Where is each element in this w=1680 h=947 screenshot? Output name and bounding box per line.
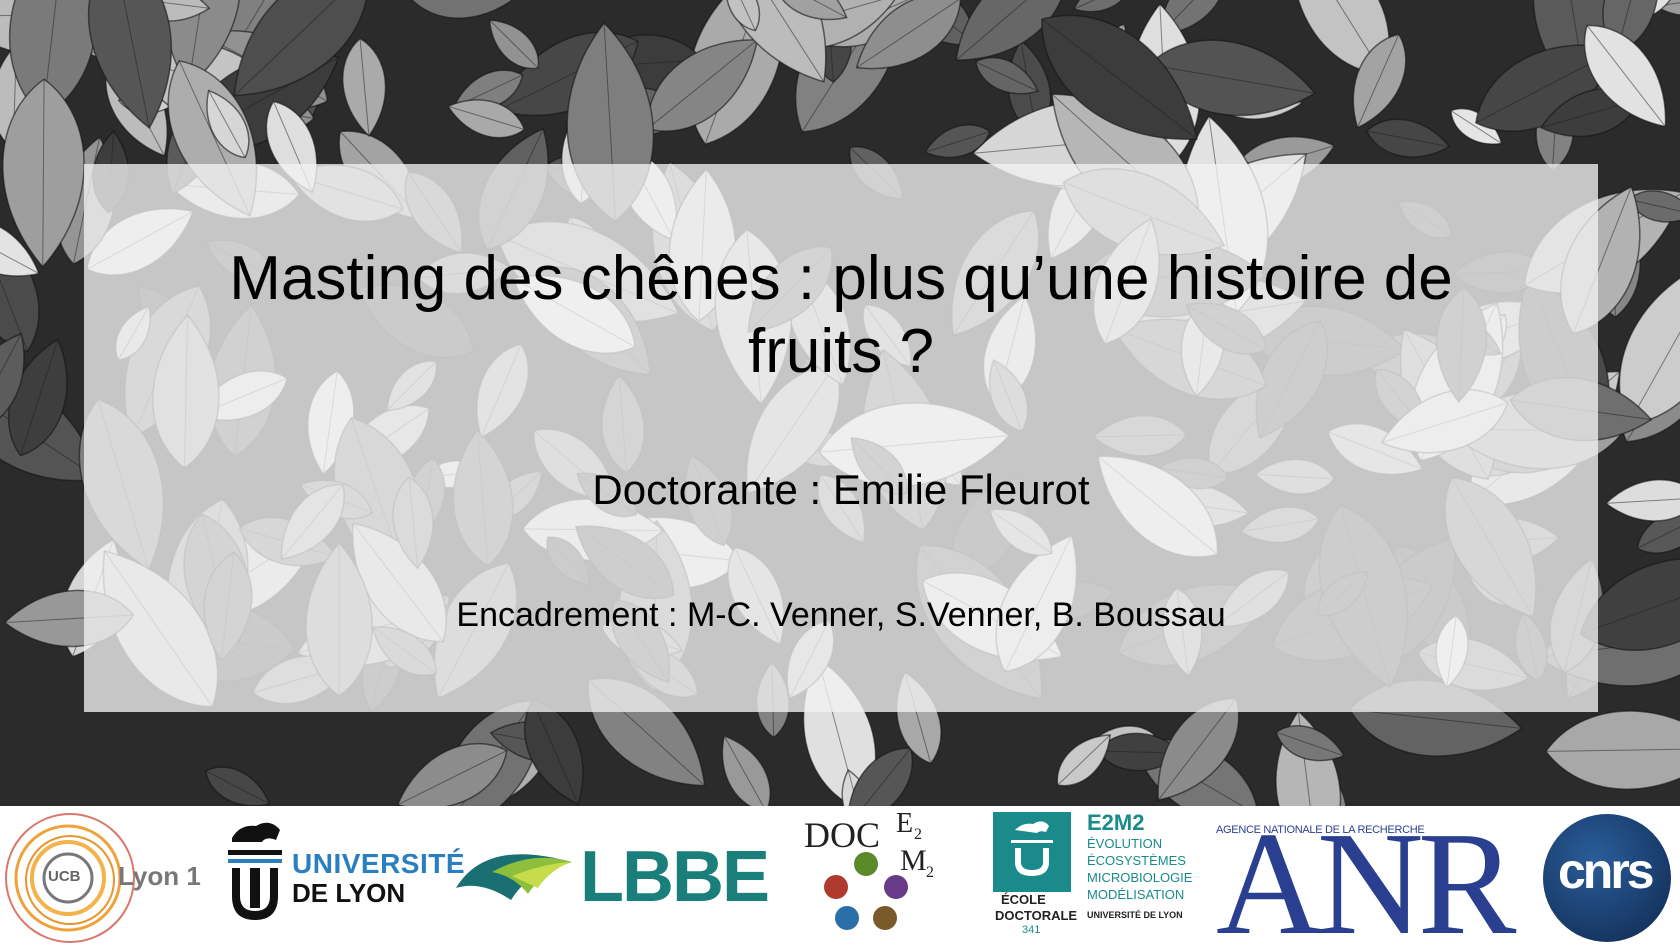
e2m2-line5: UNIVERSITÉ DE LYON bbox=[1087, 910, 1183, 920]
supervision-line: Encadrement : M-C. Venner, S.Venner, B. … bbox=[456, 596, 1226, 634]
e2m2-doctorale: DOCTORALE bbox=[995, 908, 1078, 923]
slide: Masting des chênes : plus qu’une histoir… bbox=[0, 0, 1680, 947]
title-box: Masting des chênes : plus qu’une histoir… bbox=[84, 164, 1598, 712]
ucbl-name: Lyon 1 bbox=[118, 861, 201, 891]
docem-logo: DOC E 2 M 2 bbox=[800, 806, 950, 947]
docem-circles-icon bbox=[824, 852, 908, 930]
e2m2-title: E2M2 bbox=[1087, 810, 1145, 835]
e2m2-line3: MICROBIOLOGIE bbox=[1087, 870, 1193, 885]
slide-title: Masting des chênes : plus qu’une histoir… bbox=[229, 244, 1453, 386]
logo-bar: UCB Lyon 1 UNIVERSITÉ DE LYON LBBE DOC E… bbox=[0, 806, 1680, 947]
e2m2-line4: MODÉLISATION bbox=[1087, 887, 1185, 902]
e2m2-ecole: ÉCOLE bbox=[1001, 892, 1046, 907]
universite-line1: UNIVERSITÉ bbox=[292, 848, 466, 879]
universite-lyon-logo: UNIVERSITÉ DE LYON bbox=[220, 806, 465, 947]
e2m2-number: 341 bbox=[1022, 924, 1041, 936]
lion-icon bbox=[228, 822, 282, 920]
anr-logo: AGENCE NATIONALE DE LA RECHERCHE ANR bbox=[1214, 806, 1519, 947]
cnrs-logo: cnrs bbox=[1542, 806, 1672, 947]
lbbe-name: LBBE bbox=[580, 837, 770, 917]
anr-letters: ANR bbox=[1216, 802, 1516, 947]
e2m2-line2: ÉCOSYSTÈMES bbox=[1087, 853, 1186, 868]
author-line: Doctorante : Emilie Fleurot bbox=[592, 466, 1090, 513]
e2m2-logo: ÉCOLE DOCTORALE 341 E2M2 ÉVOLUTION ÉCOSY… bbox=[993, 806, 1193, 947]
e2m2-line1: ÉVOLUTION bbox=[1087, 836, 1163, 851]
cnrs-name: cnrs bbox=[1558, 843, 1655, 899]
leaf-icon bbox=[456, 854, 572, 900]
lbbe-logo: LBBE bbox=[452, 806, 770, 947]
ucbl-seal-text: UCB bbox=[48, 868, 81, 885]
ucbl-logo: UCB Lyon 1 bbox=[0, 806, 210, 947]
universite-line2: DE LYON bbox=[292, 878, 406, 908]
